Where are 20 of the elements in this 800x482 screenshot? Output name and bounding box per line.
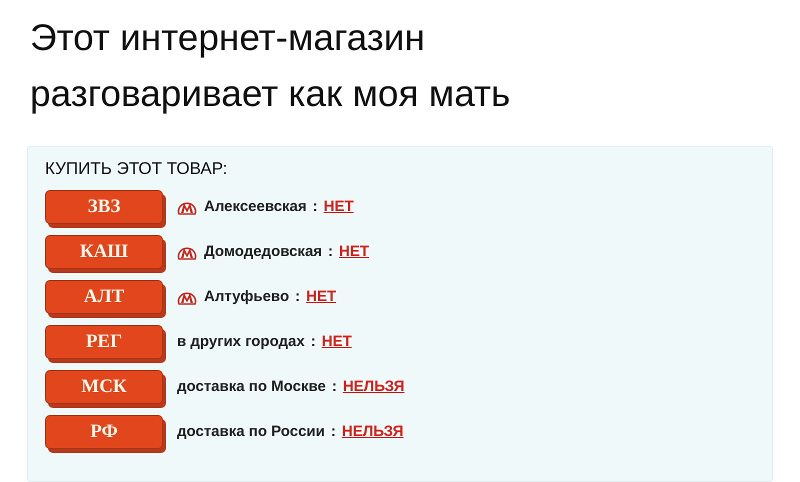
availability-link[interactable]: НЕТ	[306, 288, 336, 305]
availability-link[interactable]: НЕТ	[339, 243, 370, 260]
availability-link[interactable]: НЕТ	[322, 333, 352, 350]
availability-link[interactable]: НЕЛЬЗЯ	[342, 378, 404, 395]
meme-caption: Этот интернет-магазин разговаривает как моя мать	[29, 16, 512, 116]
location-label: Домодедовская	[204, 243, 322, 260]
location-label: Алтуфьево	[204, 288, 290, 305]
colon-separator: :	[328, 243, 334, 260]
availability-link[interactable]: НЕТ	[324, 198, 354, 215]
colon-separator: :	[295, 288, 300, 305]
location-label: в других городах	[177, 333, 305, 350]
colon-separator: :	[310, 333, 316, 350]
colon-separator: :	[312, 198, 318, 215]
colon-separator: :	[332, 378, 337, 395]
location-label: доставка по России	[177, 423, 325, 440]
availability-link[interactable]: НЕЛЬЗЯ	[342, 423, 404, 440]
location-label: Алексеевская	[204, 198, 307, 215]
colon-separator: :	[330, 423, 336, 440]
location-label: доставка по Москве	[177, 378, 326, 395]
panel-heading: КУПИТЬ ЭТОТ ТОВАР:	[45, 159, 228, 179]
